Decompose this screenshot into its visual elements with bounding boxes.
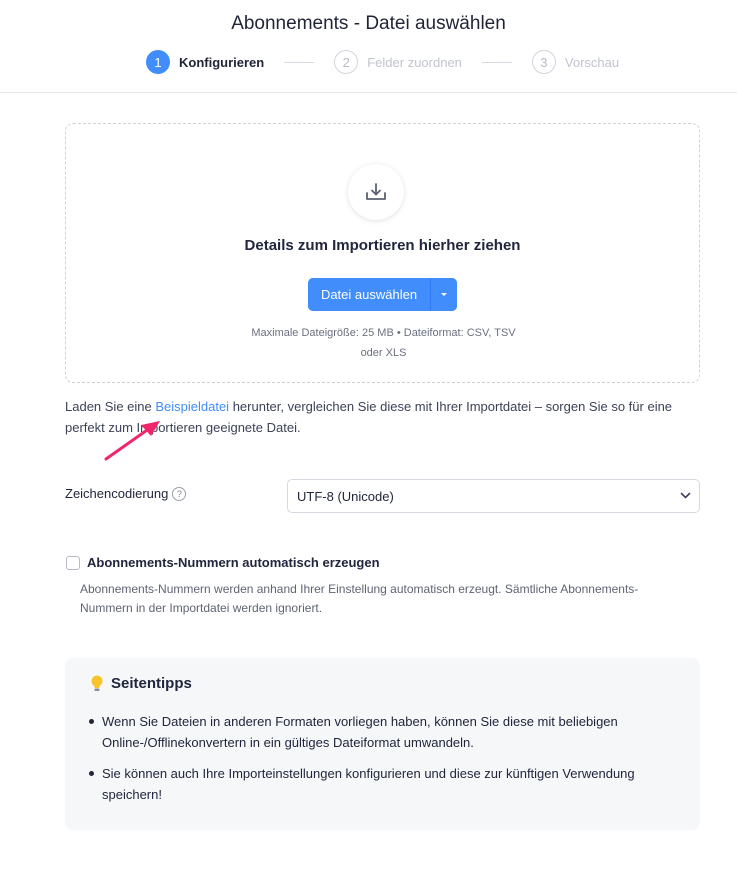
encoding-select[interactable]: UTF-8 (Unicode) xyxy=(287,479,700,513)
file-limits-line: Maximale Dateigröße: 25 MB • Dateiformat… xyxy=(251,327,516,339)
import-stepper: 1 Konfigurieren 2 Felder zuordnen 3 Vors… xyxy=(146,50,619,74)
tips-list: Wenn Sie Dateien in anderen Formaten vor… xyxy=(87,711,687,815)
autonumber-option: Abonnements-Nummern automatisch erzeugen xyxy=(66,555,380,570)
file-formats-line: oder XLS xyxy=(360,347,407,359)
autonumber-checkbox[interactable] xyxy=(66,555,80,570)
step-number: 3 xyxy=(531,50,556,74)
choose-file-split-button: Datei auswählen xyxy=(308,278,457,311)
step-number: 2 xyxy=(334,50,359,74)
file-drop-zone[interactable]: Details zum Importieren hierher ziehen D… xyxy=(65,123,700,383)
encoding-label: Zeichencodierung ? xyxy=(65,486,187,501)
tips-header: Seitentipps xyxy=(90,675,192,692)
help-icon[interactable]: ? xyxy=(172,486,187,501)
step-connector xyxy=(481,61,512,63)
encoding-value: UTF-8 (Unicode) xyxy=(297,488,394,504)
page-tips-panel: Seitentipps Wenn Sie Dateien in anderen … xyxy=(65,658,700,830)
page-title: Abonnements - Datei auswählen xyxy=(231,13,506,34)
autonumber-label[interactable]: Abonnements-Nummern automatisch erzeugen xyxy=(87,555,380,570)
drop-zone-title: Details zum Importieren hierher ziehen xyxy=(244,237,521,254)
file-limits-hint: Maximale Dateigröße: 25 MB • Dateiformat… xyxy=(216,323,551,363)
annotation-arrow-icon xyxy=(104,421,160,461)
chevron-down-icon xyxy=(680,492,691,499)
step-label: Vorschau xyxy=(564,54,620,70)
page-header: Abonnements - Datei auswählen 1 Konfigur… xyxy=(0,0,737,93)
step-connector xyxy=(284,61,315,63)
choose-file-dropdown-toggle[interactable] xyxy=(431,278,457,311)
tip-item: Wenn Sie Dateien in anderen Formaten vor… xyxy=(87,711,687,753)
tips-title: Seitentipps xyxy=(111,675,192,692)
sample-file-link[interactable]: Beispieldatei xyxy=(155,399,229,414)
choose-file-button[interactable]: Datei auswählen xyxy=(308,278,430,311)
sample-text-before: Laden Sie eine xyxy=(65,399,156,414)
step-configure: 1 Konfigurieren xyxy=(146,50,264,74)
step-map-fields: 2 Felder zuordnen xyxy=(334,50,462,74)
step-label: Konfigurieren xyxy=(179,54,265,70)
autonumber-description: Abonnements-Nummern werden anhand Ihrer … xyxy=(80,582,639,615)
lightbulb-icon xyxy=(91,675,103,691)
step-label: Felder zuordnen xyxy=(367,54,462,70)
tip-item: Sie können auch Ihre Importeinstellungen… xyxy=(87,763,687,805)
caret-down-icon xyxy=(441,293,447,296)
step-preview: 3 Vorschau xyxy=(531,50,620,74)
download-icon xyxy=(348,164,404,220)
step-number: 1 xyxy=(146,50,170,74)
encoding-label-text: Zeichencodierung xyxy=(65,486,169,501)
